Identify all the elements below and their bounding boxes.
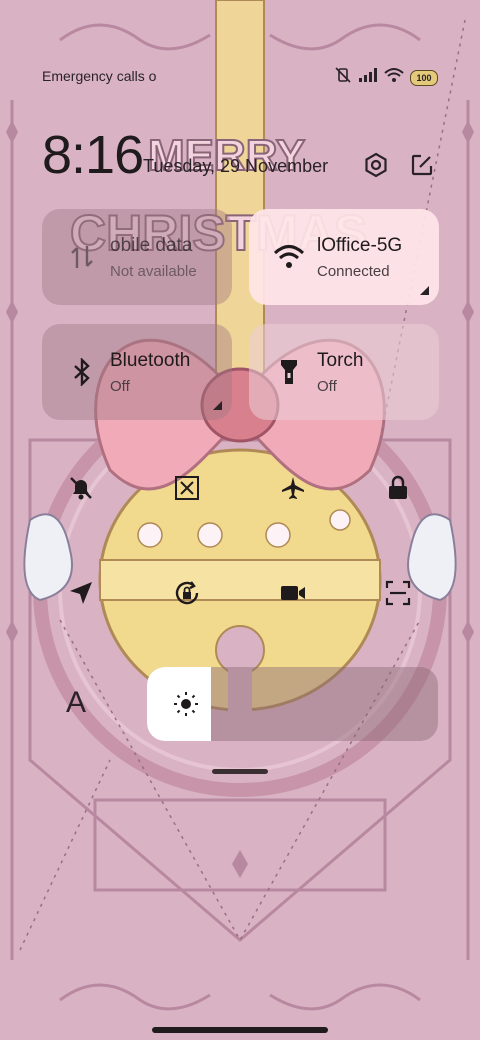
home-indicator[interactable] (152, 1027, 328, 1033)
status-bar: Emergency calls o 100 (0, 58, 480, 94)
clock: 8:16 (42, 125, 144, 185)
tile-label: obile data (110, 235, 193, 256)
scissors-icon (175, 476, 199, 500)
auto-brightness-button[interactable]: A (66, 686, 86, 720)
tile-label: Bluetooth (110, 350, 191, 371)
bluetooth-icon (64, 354, 100, 390)
airplane-mode-toggle[interactable] (273, 468, 313, 508)
drag-handle[interactable] (212, 769, 268, 774)
mute-toggle[interactable] (61, 468, 101, 508)
scanner-icon (385, 580, 411, 606)
screenshot-toggle[interactable] (167, 468, 207, 508)
settings-button[interactable] (360, 149, 392, 181)
wifi-tile[interactable]: lOffice-5G Connected (249, 209, 439, 305)
mobile-data-tile[interactable]: obile data Not available (42, 209, 232, 305)
expand-corner-icon[interactable] (213, 401, 222, 410)
vibrate-off-icon (334, 66, 352, 89)
location-arrow-icon (70, 582, 92, 604)
airplane-icon (282, 477, 304, 499)
bluetooth-tile[interactable]: Bluetooth Off (42, 324, 232, 420)
location-toggle[interactable] (61, 573, 101, 613)
expand-corner-icon[interactable] (420, 286, 429, 295)
wifi-icon (384, 67, 404, 88)
rotation-lock-toggle[interactable] (167, 573, 207, 613)
bell-off-icon (70, 477, 92, 500)
edit-icon (411, 154, 433, 176)
wifi-icon (271, 239, 307, 275)
tile-status: Connected (317, 263, 390, 280)
lock-icon (389, 475, 407, 499)
screen-recorder-toggle[interactable] (273, 573, 313, 613)
tile-label: lOffice-5G (317, 235, 403, 256)
carrier-text: Emergency calls o (42, 68, 157, 84)
torch-icon (271, 354, 307, 390)
rotation-lock-icon (175, 581, 199, 605)
tile-status: Off (317, 378, 337, 395)
battery-icon: 100 (410, 69, 438, 86)
edit-button[interactable] (406, 149, 438, 181)
lock-screen-toggle[interactable] (378, 468, 418, 508)
gear-icon (365, 152, 387, 178)
brightness-slider[interactable] (147, 667, 438, 741)
tile-label: Torch (317, 350, 364, 371)
mobile-data-icon (64, 239, 100, 275)
date: Tuesday, 29 November (143, 156, 329, 176)
torch-tile[interactable]: Torch Off (249, 324, 439, 420)
signal-icon (358, 67, 378, 88)
scanner-toggle[interactable] (378, 573, 418, 613)
video-camera-icon (281, 586, 305, 600)
tile-status: Not available (110, 263, 197, 280)
sun-icon (174, 692, 198, 716)
tile-status: Off (110, 378, 130, 395)
